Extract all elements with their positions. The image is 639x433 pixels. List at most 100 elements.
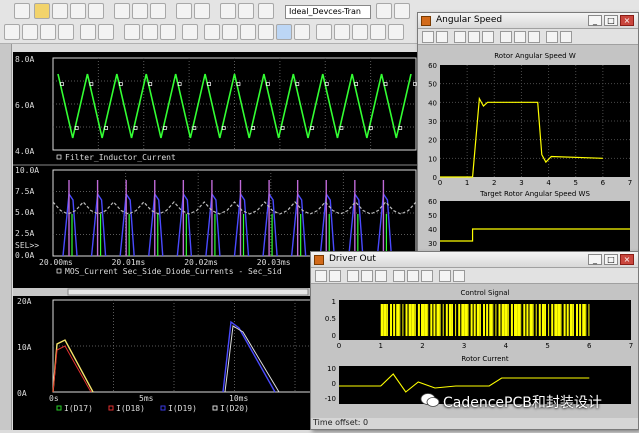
driver-out-titlebar[interactable]: Driver Out _ □ × xyxy=(311,252,638,268)
plot1-y-tick: 10 xyxy=(428,155,437,163)
zoom-x-icon[interactable] xyxy=(468,31,480,43)
maximize-icon[interactable]: □ xyxy=(604,15,618,26)
cursor-point-icon[interactable] xyxy=(294,24,310,40)
plot3-legend-item: I(D20) xyxy=(220,404,249,413)
plot1-y-tick: 30 xyxy=(428,118,437,126)
run-icon[interactable] xyxy=(14,3,30,19)
minimize-icon[interactable]: _ xyxy=(588,254,602,265)
zoom-in-icon[interactable] xyxy=(454,31,466,43)
pwm-pulse xyxy=(576,304,579,336)
close-icon[interactable]: × xyxy=(620,254,634,265)
edit-profile-icon[interactable] xyxy=(258,3,274,19)
signal-selection-icon[interactable] xyxy=(453,270,465,282)
cursor-trough-icon[interactable] xyxy=(222,24,238,40)
print-icon[interactable] xyxy=(315,270,327,282)
plot1-y-tick: 0.5 xyxy=(325,315,336,323)
redo-icon[interactable] xyxy=(194,3,210,19)
cursor-peak-icon[interactable] xyxy=(204,24,220,40)
plot1-y-tick: 20 xyxy=(428,137,437,145)
plot2-x-tick: 20.01ms xyxy=(112,258,146,267)
maximize-icon[interactable]: □ xyxy=(604,254,618,265)
fourier-icon[interactable] xyxy=(98,24,114,40)
delete-trace-icon[interactable] xyxy=(160,24,176,40)
restore-axes-icon[interactable] xyxy=(421,270,433,282)
toggle-cursor-icon[interactable] xyxy=(352,24,368,40)
print-preview-icon[interactable] xyxy=(70,3,86,19)
print-icon[interactable] xyxy=(422,31,434,43)
simulation-profile-select[interactable]: Ideal_Devces-Tran xyxy=(285,5,371,19)
add-trace-icon[interactable] xyxy=(124,24,140,40)
plot1-x-tick: 7 xyxy=(629,342,633,350)
restore-axes-icon[interactable] xyxy=(528,31,540,43)
pwm-pulse xyxy=(510,304,513,336)
plot3-legend-item: I(D17) xyxy=(64,404,93,413)
zoom-in-icon[interactable] xyxy=(4,24,20,40)
pwm-pulse xyxy=(399,304,401,336)
zoom-out-icon[interactable] xyxy=(22,24,38,40)
pwm-pulse xyxy=(476,304,480,336)
pwm-pulse xyxy=(507,304,509,336)
add-plot-icon[interactable] xyxy=(142,24,158,40)
print-icon[interactable] xyxy=(88,3,104,19)
signal-selection-icon[interactable] xyxy=(560,31,572,43)
pwm-pulse xyxy=(470,304,473,336)
plot2-x-tick: 20.03ms xyxy=(257,258,291,267)
pause-icon[interactable] xyxy=(394,3,410,19)
place-wire-icon[interactable] xyxy=(238,3,254,19)
plot3-y-tick: 10A xyxy=(17,343,32,352)
autoscale-icon[interactable] xyxy=(393,270,405,282)
minimize-icon[interactable]: _ xyxy=(588,15,602,26)
cursor-slope-icon[interactable] xyxy=(240,24,256,40)
floating-scope-icon[interactable] xyxy=(439,270,451,282)
copy-icon[interactable] xyxy=(132,3,148,19)
mark-label-icon[interactable] xyxy=(316,24,332,40)
save-axes-icon[interactable] xyxy=(514,31,526,43)
pwm-pulse xyxy=(588,304,590,336)
zoom-area-icon[interactable] xyxy=(40,24,56,40)
pwm-pulse xyxy=(514,304,518,336)
cursor-min-icon[interactable] xyxy=(258,24,274,40)
pwm-pulse xyxy=(498,304,501,336)
pwm-pulse xyxy=(548,304,550,336)
close-icon[interactable]: × xyxy=(620,15,634,26)
zoom-y-icon[interactable] xyxy=(375,270,387,282)
floating-scope-icon[interactable] xyxy=(546,31,558,43)
pwm-pulse xyxy=(402,304,404,336)
plot3-x-tick: 5ms xyxy=(139,394,154,403)
open-folder-icon[interactable] xyxy=(34,3,50,19)
pwm-pulse xyxy=(483,304,486,336)
autoscale-icon[interactable] xyxy=(500,31,512,43)
excel-export-icon[interactable] xyxy=(182,24,198,40)
log-x-icon[interactable] xyxy=(80,24,96,40)
parameters-icon[interactable] xyxy=(436,31,448,43)
zoom-x-icon[interactable] xyxy=(361,270,373,282)
measurement-icon[interactable] xyxy=(370,24,386,40)
plot1-y-tick: 60 xyxy=(428,62,437,70)
paste-icon[interactable] xyxy=(150,3,166,19)
pwm-pulse xyxy=(551,304,554,336)
plot2-y-tick: 0 xyxy=(332,380,336,388)
zoom-fit-icon[interactable] xyxy=(58,24,74,40)
save-axes-icon[interactable] xyxy=(407,270,419,282)
matlab-icon xyxy=(314,255,324,265)
zoom-y-icon[interactable] xyxy=(482,31,494,43)
simulate-icon[interactable] xyxy=(376,3,392,19)
rotor-current-title: Rotor Current xyxy=(461,355,509,363)
save-icon[interactable] xyxy=(52,3,68,19)
pwm-pulse xyxy=(523,304,526,336)
diode-current-trace xyxy=(176,191,193,257)
pwm-pulse xyxy=(386,304,388,336)
zoom-in-icon[interactable] xyxy=(347,270,359,282)
undo-icon[interactable] xyxy=(176,3,192,19)
pwm-pulse xyxy=(479,304,481,336)
legend-marker xyxy=(212,405,218,411)
cursor-max-icon[interactable] xyxy=(276,24,292,40)
pwm-pulse xyxy=(452,304,454,336)
cut-icon[interactable] xyxy=(114,3,130,19)
parameters-icon[interactable] xyxy=(329,270,341,282)
angular-speed-titlebar[interactable]: Angular Speed _ □ × xyxy=(418,13,638,29)
performance-icon[interactable] xyxy=(388,24,404,40)
pwm-pulse xyxy=(545,304,547,336)
mark-data-icon[interactable] xyxy=(334,24,350,40)
place-part-icon[interactable] xyxy=(220,3,236,19)
